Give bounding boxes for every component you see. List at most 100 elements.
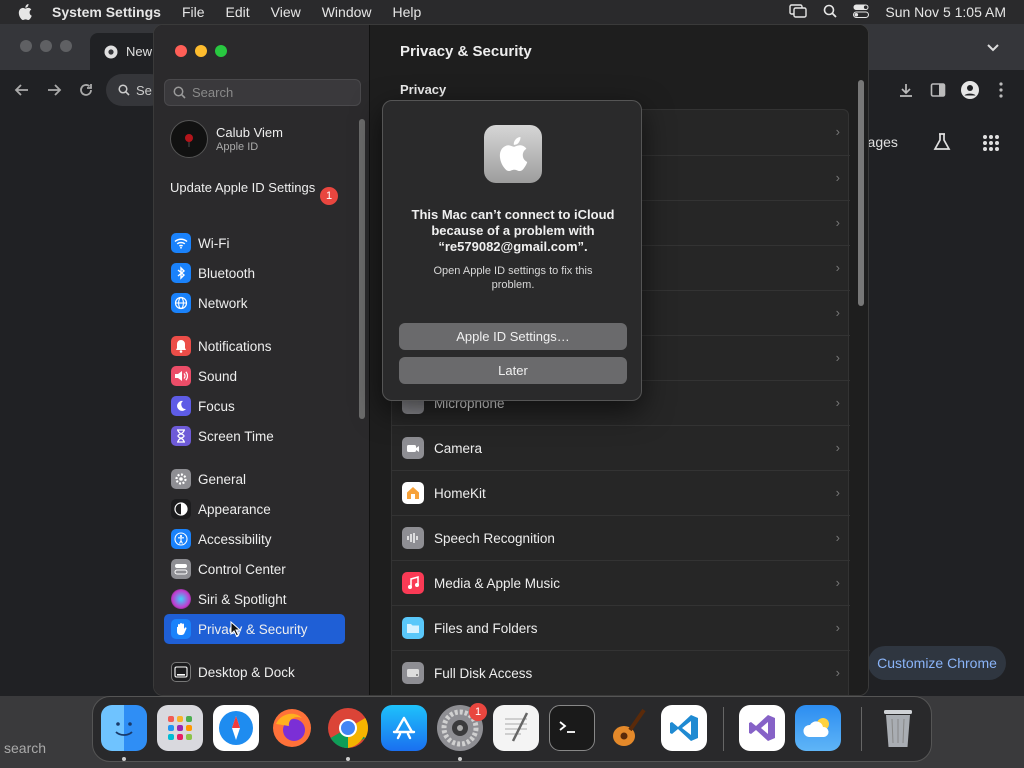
textedit-icon[interactable] (493, 705, 539, 751)
privacy-row-media-apple-music[interactable]: Media & Apple Music › (392, 560, 850, 605)
sidebar-item-appearance[interactable]: Appearance (164, 494, 345, 524)
siri-icon (171, 589, 191, 609)
chevron-right-icon: › (835, 620, 840, 635)
garageband-icon[interactable] (605, 705, 651, 751)
sidebar-item-general[interactable]: General (164, 464, 345, 494)
sidebar-item-label: Control Center (198, 561, 286, 577)
chrome-icon[interactable] (325, 705, 371, 751)
home-icon (402, 482, 424, 504)
apple-menu-icon[interactable] (18, 4, 38, 20)
spotlight-search-icon[interactable] (823, 4, 837, 21)
sidebar-item-screen-time[interactable]: Screen Time (164, 421, 345, 451)
chrome-tab[interactable]: New (90, 33, 160, 70)
chevron-right-icon: › (835, 665, 840, 680)
row-label: Speech Recognition (434, 530, 555, 546)
forward-arrow-icon[interactable] (46, 82, 62, 103)
menu-window[interactable]: Window (322, 4, 372, 20)
avatar (170, 120, 208, 158)
avatar-rose-icon (185, 134, 193, 147)
menu-file[interactable]: File (182, 4, 205, 20)
row-label: Files and Folders (434, 620, 538, 636)
sidebar-item-siri-spotlight[interactable]: Siri & Spotlight (164, 584, 345, 614)
trash-icon[interactable] (875, 705, 921, 751)
update-badge: 1 (320, 187, 338, 205)
sidebar-item-label: Screen Time (198, 428, 274, 444)
sidebar-item-accessibility[interactable]: Accessibility (164, 524, 345, 554)
sidebar-item-label: General (198, 471, 247, 487)
tab-search-chevron-icon[interactable] (986, 40, 1000, 59)
minimize-window-button[interactable] (195, 45, 207, 57)
terminal-icon[interactable] (549, 705, 595, 751)
firefox-icon[interactable] (269, 705, 315, 751)
app-store-icon[interactable] (381, 705, 427, 751)
menu-view[interactable]: View (271, 4, 301, 20)
sidebar-item-bluetooth[interactable]: Bluetooth (164, 258, 345, 288)
main-scrollbar[interactable] (858, 80, 864, 306)
safari-icon[interactable] (213, 705, 259, 751)
sidebar-item-control-center[interactable]: Control Center (164, 554, 345, 584)
sidebar-item-label: Bluetooth (198, 265, 256, 281)
dock-icon (171, 662, 191, 682)
labs-flask-icon[interactable] (932, 132, 952, 157)
update-apple-id-settings[interactable]: Update Apple ID Settings (170, 180, 340, 196)
weather-icon[interactable] (795, 705, 841, 751)
finder-icon[interactable] (101, 705, 147, 751)
camera-icon (402, 437, 424, 459)
control-center-icon[interactable] (853, 4, 870, 21)
apple-id-profile[interactable]: Calub Viem Apple ID (170, 120, 283, 158)
customize-chrome-button[interactable]: Customize Chrome (868, 646, 1006, 680)
sidebar-item-focus[interactable]: Focus (164, 391, 345, 421)
sidebar-scrollbar[interactable] (359, 119, 365, 419)
sidebar-item-desktop-dock[interactable]: Desktop & Dock (164, 657, 345, 687)
search-icon (173, 86, 186, 99)
menu-bar: System Settings File Edit View Window He… (0, 0, 1024, 24)
menu-help[interactable]: Help (393, 4, 422, 20)
sidebar-item-notifications[interactable]: Notifications (164, 331, 345, 361)
dock-separator (861, 707, 862, 751)
more-menu-icon[interactable] (998, 81, 1004, 104)
sidebar-item-network[interactable]: Network (164, 288, 345, 318)
privacy-row-homekit[interactable]: HomeKit › (392, 470, 850, 515)
dock-running-indicator (122, 757, 126, 761)
apple-id-settings-label: Apple ID Settings… (456, 329, 570, 344)
later-button[interactable]: Later (399, 357, 627, 384)
zoom-window-button[interactable] (215, 45, 227, 57)
reload-icon[interactable] (78, 82, 94, 103)
apps-grid-icon[interactable] (982, 134, 1000, 157)
sidebar-item-privacy-security[interactable]: Privacy & Security (164, 614, 345, 644)
control-center-icon (171, 559, 191, 579)
chrome-close-icon[interactable] (20, 40, 32, 52)
privacy-row-files-folders[interactable]: Files and Folders › (392, 605, 850, 650)
screen-mirroring-icon[interactable] (789, 3, 808, 21)
dock: 1 (92, 696, 932, 762)
back-arrow-icon[interactable] (14, 82, 30, 103)
visual-studio-icon[interactable] (739, 705, 785, 751)
chrome-zoom-icon[interactable] (60, 40, 72, 52)
close-window-button[interactable] (175, 45, 187, 57)
sidebar-item-wifi[interactable]: Wi-Fi (164, 228, 345, 258)
profile-icon[interactable] (960, 80, 980, 105)
download-icon[interactable] (898, 82, 914, 103)
sidebar-search-field[interactable]: Search (164, 79, 361, 106)
speaker-icon (171, 366, 191, 386)
chrome-minimize-icon[interactable] (40, 40, 52, 52)
privacy-row-camera[interactable]: Camera › (392, 425, 850, 470)
launchpad-icon[interactable] (157, 705, 203, 751)
side-panel-icon[interactable] (930, 82, 946, 103)
privacy-row-full-disk-access[interactable]: Full Disk Access › (392, 650, 850, 695)
chrome-logo-icon (104, 45, 118, 58)
row-label: Camera (434, 440, 483, 456)
dock-running-indicator (458, 757, 462, 761)
menu-edit[interactable]: Edit (226, 4, 250, 20)
mouse-pointer-icon (230, 620, 242, 642)
privacy-row-speech-recognition[interactable]: Speech Recognition › (392, 515, 850, 560)
apple-id-settings-button[interactable]: Apple ID Settings… (399, 323, 627, 350)
menubar-clock[interactable]: Sun Nov 5 1:05 AM (885, 4, 1006, 20)
page-title: Privacy & Security (400, 43, 532, 60)
vscode-icon[interactable] (661, 705, 707, 751)
menu-app-name[interactable]: System Settings (52, 4, 161, 20)
chevron-right-icon: › (835, 124, 840, 139)
sidebar-item-label: Siri & Spotlight (198, 591, 287, 607)
sidebar-item-sound[interactable]: Sound (164, 361, 345, 391)
moon-icon (171, 396, 191, 416)
